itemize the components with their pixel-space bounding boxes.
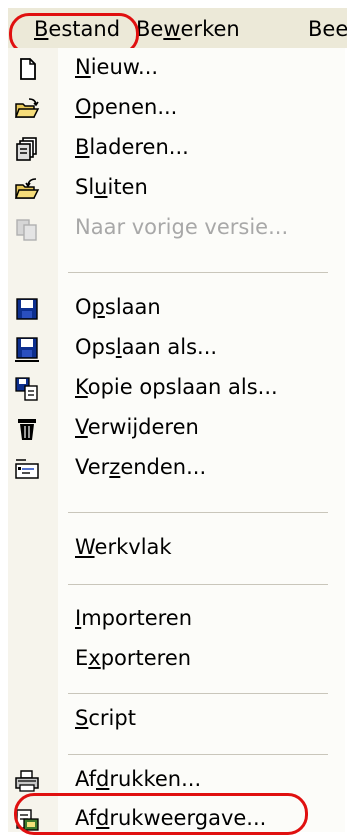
menu-item-kopie-opslaan-als[interactable]: Kopie opslaan als... [8,370,345,406]
menu-item-label: Werkvlak [75,535,172,559]
menu-item-afdrukken[interactable]: Afdrukken... [8,762,345,798]
menu-bar: Bestand Bewerken Bee [8,8,347,48]
new-document-icon [20,58,36,80]
browse-icon [16,137,37,161]
menu-bewerken-pre: Be [136,17,164,41]
menu-item-label: Script [75,706,136,730]
menu-item-script[interactable]: Script [8,701,345,737]
revert-icon [16,219,37,241]
menu-bestand-post: estand [48,17,121,41]
menu-item-nieuw[interactable]: Nieuw... [8,50,345,86]
menu-item-label: Bladeren... [75,135,189,159]
menu-bestand-accel: B [34,17,49,41]
menu-item-label: Afdrukken... [75,767,202,791]
menu-item-label: Nieuw... [75,55,159,79]
menu-item-label: Openen... [75,95,178,119]
save-as-icon [15,337,39,362]
menu-bewerken[interactable]: Bewerken [136,17,240,41]
trash-icon [18,419,36,440]
print-preview-icon [16,809,39,831]
menu-bestand[interactable]: Bestand [34,17,120,41]
menu-item-exporteren[interactable]: Exporteren [8,641,345,677]
menu-item-label: Afdrukweergave... [75,806,267,830]
printer-icon [15,770,39,792]
menu-item-verwijderen[interactable]: Verwijderen [8,410,345,446]
menu-separator [68,512,328,513]
menu-separator [68,693,328,694]
menu-item-label: Importeren [75,606,193,630]
menu-item-naar-vorige-versie: Naar vorige versie... [8,210,345,246]
menu-separator [68,584,328,585]
menu-item-label: Opslaan [75,295,161,319]
close-folder-icon [14,178,40,199]
menu-item-label: Kopie opslaan als... [75,375,278,399]
menu-item-label: Verzenden... [75,455,207,479]
menu-beeld-truncated[interactable]: Bee [308,17,347,41]
file-menu: Nieuw... Openen... Bladeren... Sluiten N… [8,48,345,832]
menu-item-openen[interactable]: Openen... [8,90,345,126]
menu-separator [68,754,328,755]
menu-item-label: Naar vorige versie... [75,215,289,239]
menu-bewerken-post: erken [180,17,240,41]
menu-item-importeren[interactable]: Importeren [8,601,345,637]
send-icon [15,459,39,479]
menu-item-sluiten[interactable]: Sluiten [8,170,345,206]
save-copy-icon [15,377,38,401]
menu-item-label: Exporteren [75,646,192,670]
menu-item-verzenden[interactable]: Verzenden... [8,450,345,486]
menu-item-opslaan[interactable]: Opslaan [8,290,345,326]
menu-item-opslaan-als[interactable]: Opslaan als... [8,330,345,366]
menu-separator [68,272,328,273]
menu-item-label: Sluiten [75,175,148,199]
menu-beeld-label: Bee [308,17,347,41]
menu-item-label: Verwijderen [75,415,199,439]
menu-item-bladeren[interactable]: Bladeren... [8,130,345,166]
menu-item-label: Opslaan als... [75,335,218,359]
open-folder-icon [14,98,40,118]
menu-item-werkvlak[interactable]: Werkvlak [8,530,345,566]
save-icon [16,298,38,320]
menu-bewerken-accel: w [163,17,181,41]
